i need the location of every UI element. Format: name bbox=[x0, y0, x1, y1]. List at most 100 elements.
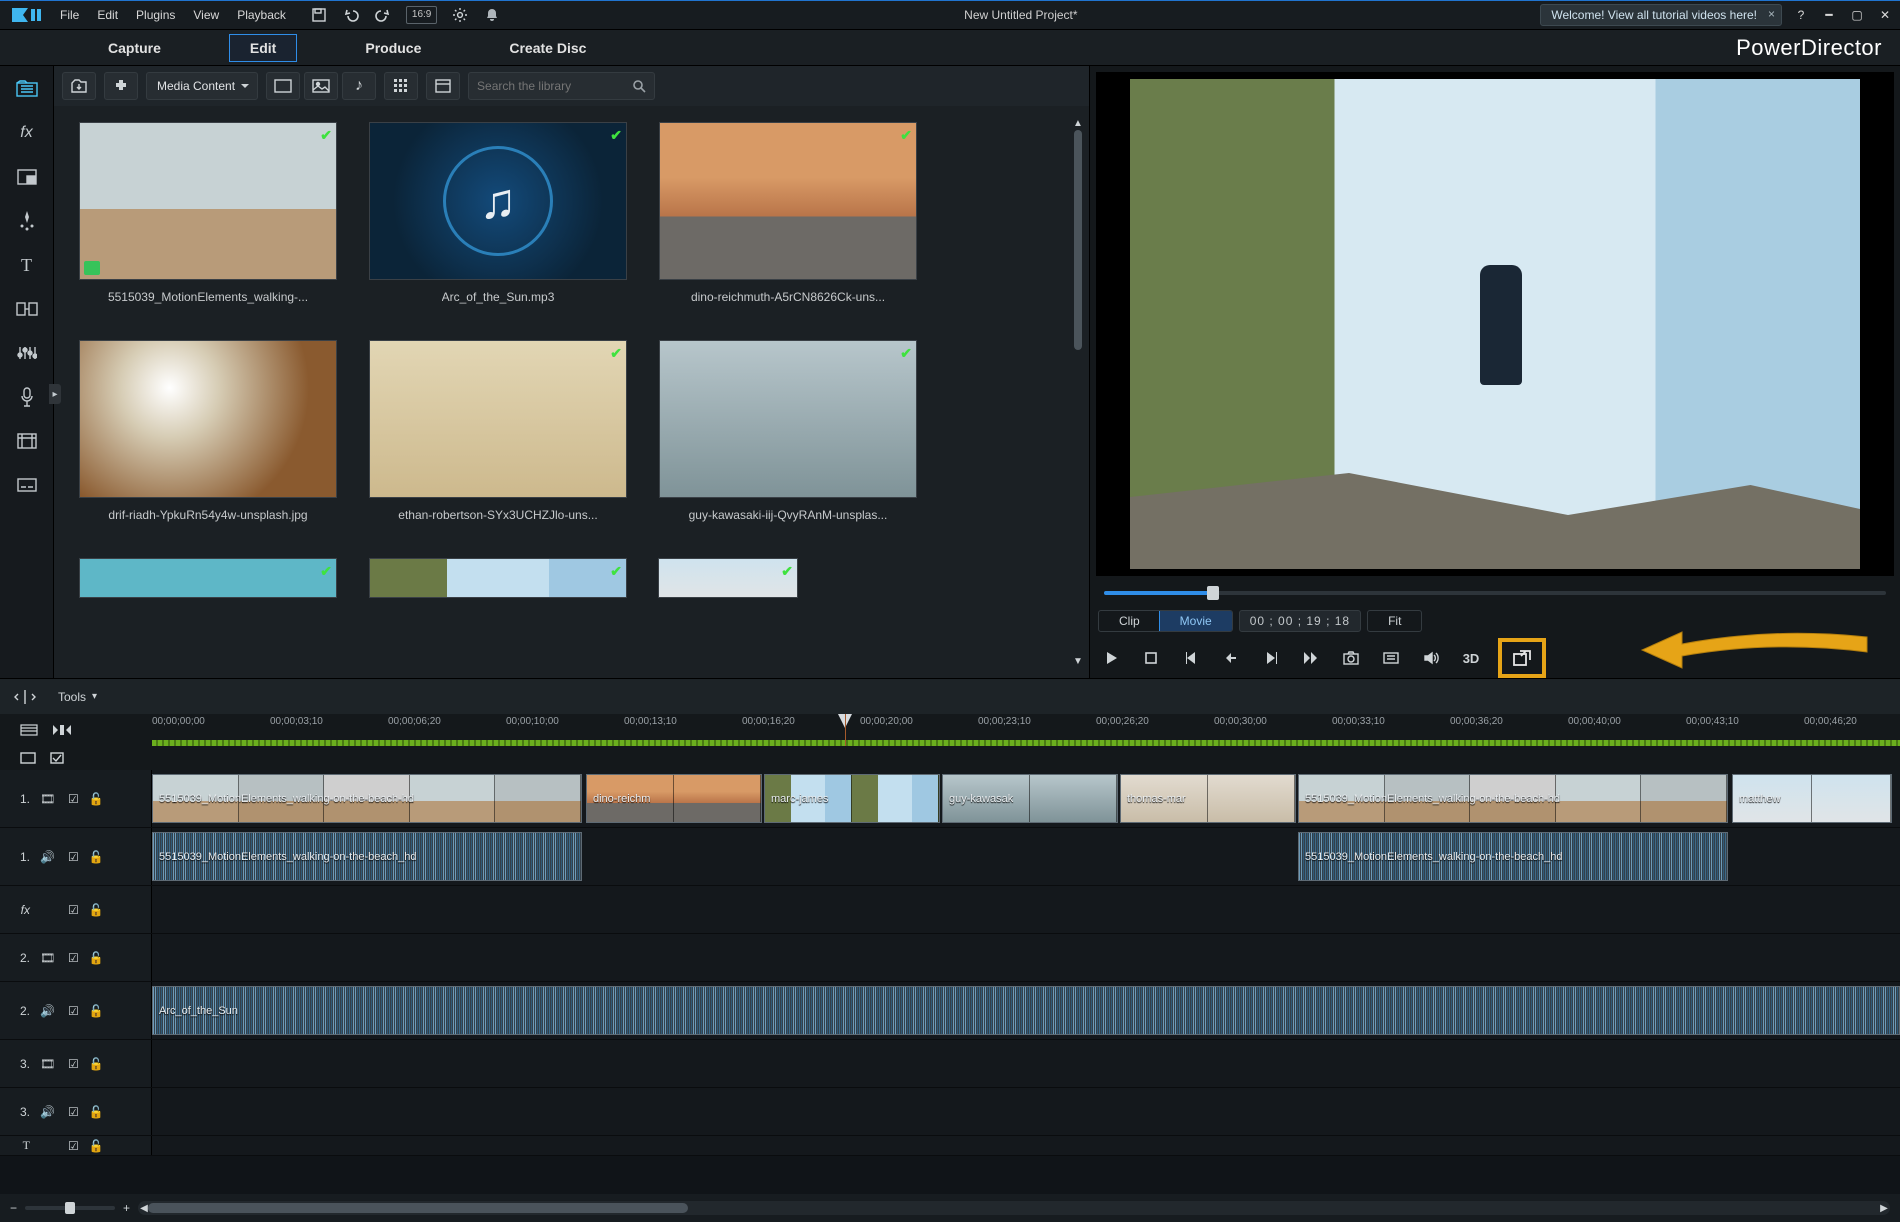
media-item[interactable]: drif-riadh-YpkuRn54y4w-unsplash.jpg bbox=[78, 340, 338, 522]
notifications-icon[interactable] bbox=[483, 6, 501, 24]
timeline-clip[interactable]: matthew bbox=[1732, 774, 1892, 823]
timeline-clip[interactable]: 5515039_MotionElements_walking-on-the-be… bbox=[1298, 774, 1728, 823]
preview-mode-movie[interactable]: Movie bbox=[1159, 610, 1233, 632]
menu-plugins[interactable]: Plugins bbox=[128, 4, 183, 26]
track-lock-icon[interactable]: 🔓 bbox=[89, 850, 104, 864]
audio-mix-room-icon[interactable] bbox=[12, 340, 42, 366]
search-input[interactable] bbox=[477, 79, 632, 93]
next-frame-icon[interactable] bbox=[1258, 645, 1284, 671]
filter-all-icon[interactable] bbox=[266, 72, 300, 100]
zoom-out-icon[interactable]: − bbox=[10, 1201, 17, 1215]
tutorial-banner[interactable]: Welcome! View all tutorial videos here!× bbox=[1540, 4, 1782, 26]
plugins-icon[interactable] bbox=[104, 72, 138, 100]
stop-icon[interactable] bbox=[1138, 645, 1164, 671]
import-media-icon[interactable] bbox=[62, 72, 96, 100]
transition-room-icon[interactable] bbox=[12, 296, 42, 322]
timeline-clip[interactable]: Arc_of_the_Sun bbox=[152, 986, 1900, 1035]
preview-fit-select[interactable]: Fit bbox=[1368, 611, 1421, 631]
timeline-clip[interactable]: 5515039_MotionElements_walking-on-the-be… bbox=[1298, 832, 1728, 881]
media-item[interactable]: ✔ 5515039_MotionElements_walking-... bbox=[78, 122, 338, 304]
timeline-clip[interactable]: marc-james bbox=[764, 774, 940, 823]
track-enable-icon[interactable]: ☑ bbox=[68, 903, 79, 917]
timeline-clip[interactable]: guy-kawasak bbox=[942, 774, 1118, 823]
timeline-clip[interactable]: 5515039_MotionElements_walking-on-the-be… bbox=[152, 774, 582, 823]
close-window-icon[interactable]: ✕ bbox=[1876, 6, 1894, 24]
split-align-icon[interactable] bbox=[14, 689, 36, 705]
mode-produce[interactable]: Produce bbox=[345, 34, 441, 62]
media-item[interactable]: ✔ dino-reichmuth-A5rCN8626Ck-uns... bbox=[658, 122, 918, 304]
timeline-scrollbar[interactable]: ◀ ▶ bbox=[138, 1201, 1890, 1215]
scroll-down-icon[interactable]: ▼ bbox=[1071, 654, 1085, 668]
track-display-icon[interactable] bbox=[20, 752, 36, 764]
undock-preview-icon[interactable] bbox=[1498, 638, 1546, 678]
chapter-room-icon[interactable] bbox=[12, 428, 42, 454]
preview-scrubber[interactable] bbox=[1090, 582, 1900, 604]
menu-playback[interactable]: Playback bbox=[229, 4, 294, 26]
marker-icon[interactable] bbox=[52, 724, 72, 736]
preview-quality-icon[interactable] bbox=[1378, 645, 1404, 671]
fx-room-icon[interactable]: fx bbox=[12, 120, 42, 146]
subtitle-room-icon[interactable] bbox=[12, 472, 42, 498]
preview-mode-clip[interactable]: Clip bbox=[1099, 611, 1160, 631]
save-icon[interactable] bbox=[310, 6, 328, 24]
zoom-in-icon[interactable]: + bbox=[123, 1201, 130, 1215]
mode-capture[interactable]: Capture bbox=[88, 34, 181, 62]
media-item[interactable]: ✔ bbox=[368, 558, 628, 598]
track-lock-icon[interactable]: 🔓 bbox=[89, 903, 104, 917]
prev-frame-icon[interactable] bbox=[1178, 645, 1204, 671]
media-item[interactable]: ✔ guy-kawasaki-iij-QvyRAnM-unsplas... bbox=[658, 340, 918, 522]
mode-create-disc[interactable]: Create Disc bbox=[489, 34, 606, 62]
zoom-slider[interactable] bbox=[25, 1206, 115, 1210]
track-enable-icon[interactable]: ☑ bbox=[68, 1004, 79, 1018]
media-item[interactable]: ✔♫ Arc_of_the_Sun.mp3 bbox=[368, 122, 628, 304]
track-lock-icon[interactable]: 🔓 bbox=[89, 1105, 104, 1119]
ruler-mode-icon[interactable] bbox=[20, 724, 38, 736]
track-enable-icon[interactable]: ☑ bbox=[68, 1139, 79, 1153]
scroll-right-icon[interactable]: ▶ bbox=[1876, 1201, 1892, 1215]
track-enable-icon[interactable]: ☑ bbox=[68, 792, 79, 806]
track-enable-icon[interactable]: ☑ bbox=[68, 951, 79, 965]
media-room-icon[interactable] bbox=[12, 76, 42, 102]
title-room-icon[interactable]: T bbox=[12, 252, 42, 278]
particle-room-icon[interactable] bbox=[12, 208, 42, 234]
view-grid-icon[interactable] bbox=[384, 72, 418, 100]
menu-file[interactable]: File bbox=[52, 4, 87, 26]
timeline-ruler[interactable]: 00;00;00;0000;00;03;1000;00;06;2000;00;1… bbox=[0, 714, 1900, 746]
mode-edit[interactable]: Edit bbox=[229, 34, 297, 62]
undo-icon[interactable] bbox=[342, 6, 360, 24]
settings-icon[interactable] bbox=[451, 6, 469, 24]
maximize-icon[interactable]: ▢ bbox=[1848, 6, 1866, 24]
media-item[interactable]: ✔ bbox=[658, 558, 798, 598]
tools-menu[interactable]: Tools▾ bbox=[58, 690, 97, 704]
timeline-clip[interactable]: thomas-mar bbox=[1120, 774, 1296, 823]
library-search[interactable] bbox=[468, 72, 655, 100]
filter-audio-icon[interactable]: ♪ bbox=[342, 72, 376, 100]
minimize-icon[interactable]: ━ bbox=[1820, 6, 1838, 24]
track-lock-icon[interactable]: 🔓 bbox=[89, 1004, 104, 1018]
timeline-clip[interactable]: dino-reichm bbox=[586, 774, 762, 823]
help-icon[interactable]: ? bbox=[1792, 6, 1810, 24]
preview-canvas[interactable] bbox=[1096, 72, 1894, 576]
snapshot-icon[interactable] bbox=[1338, 645, 1364, 671]
track-enable-icon[interactable]: ☑ bbox=[68, 1057, 79, 1071]
scroll-up-icon[interactable]: ▲ bbox=[1071, 116, 1085, 130]
timeline-clip[interactable]: 5515039_MotionElements_walking-on-the-be… bbox=[152, 832, 582, 881]
track-lock-icon[interactable]: 🔓 bbox=[89, 1139, 104, 1153]
library-scrollbar[interactable]: ▲ ▼ bbox=[1071, 116, 1085, 668]
track-lock-icon[interactable]: 🔓 bbox=[89, 951, 104, 965]
close-icon[interactable]: × bbox=[1768, 7, 1775, 21]
volume-icon[interactable] bbox=[1418, 645, 1444, 671]
preview-timecode[interactable]: 00 ; 00 ; 19 ; 18 bbox=[1239, 610, 1361, 632]
voiceover-room-icon[interactable] bbox=[12, 384, 42, 410]
pip-room-icon[interactable] bbox=[12, 164, 42, 190]
track-lock-icon[interactable]: 🔓 bbox=[89, 1057, 104, 1071]
play-icon[interactable] bbox=[1098, 645, 1124, 671]
menu-view[interactable]: View bbox=[185, 4, 227, 26]
menu-edit[interactable]: Edit bbox=[89, 4, 126, 26]
3d-icon[interactable]: 3D bbox=[1458, 645, 1484, 671]
track-enable-icon[interactable]: ☑ bbox=[68, 1105, 79, 1119]
aspect-ratio-icon[interactable]: 16:9 bbox=[406, 6, 437, 24]
track-check-icon[interactable] bbox=[50, 752, 64, 764]
library-menu-icon[interactable] bbox=[426, 72, 460, 100]
fast-forward-icon[interactable] bbox=[1298, 645, 1324, 671]
